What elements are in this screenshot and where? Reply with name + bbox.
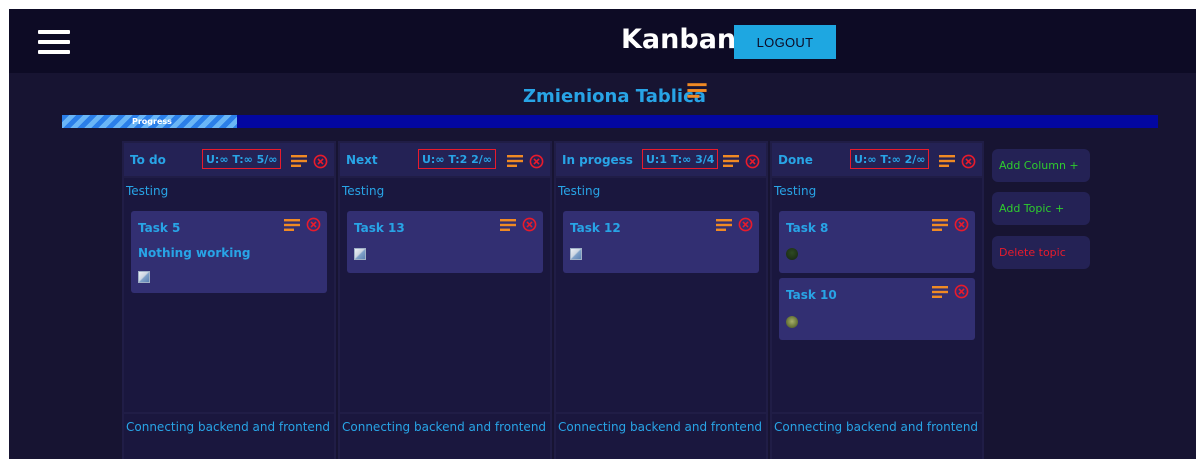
column-header: Next U:∞ T:2 2/∞ [340,143,550,176]
column-title: To do [130,153,166,167]
top-bar: Kanban LOGOUT [9,9,1196,73]
column-header: In progess U:1 T:∞ 3/4 [556,143,766,176]
column-menu-icon[interactable] [291,154,307,168]
task-delete-icon[interactable] [522,217,537,232]
task-menu-icon[interactable] [716,218,732,232]
task-card[interactable]: Task 13 [347,211,543,273]
task-title: Task 8 [786,221,829,235]
column-limits[interactable]: U:∞ T:∞ 5/∞ [202,149,282,169]
broken-image-icon [138,271,150,283]
task-delete-icon[interactable] [738,217,753,232]
topic-cell: Connecting backend and frontend [124,414,334,459]
topic-cell: Connecting backend and frontend [340,414,550,459]
topic-label: Connecting backend and frontend [342,420,547,434]
hamburger-icon[interactable] [38,30,70,54]
topic-label: Testing [774,184,817,198]
topic-label: Testing [558,184,601,198]
topic-label: Connecting backend and frontend [774,420,979,434]
task-menu-icon[interactable] [932,218,948,232]
column-next: Next U:∞ T:2 2/∞ Testing Task 13 Connect… [338,141,552,459]
task-card[interactable]: Task 12 [563,211,759,273]
topic-label: Testing [342,184,385,198]
column-delete-icon[interactable] [529,154,544,169]
logout-button[interactable]: LOGOUT [734,25,836,59]
column-menu-icon[interactable] [507,154,523,168]
topic-cell: Connecting backend and frontend [556,414,766,459]
column-limits[interactable]: U:∞ T:∞ 2/∞ [850,149,930,169]
add-column-button[interactable]: Add Column + [992,149,1090,182]
column-limits[interactable]: U:∞ T:2 2/∞ [418,149,496,169]
task-title: Task 10 [786,288,837,302]
column-delete-icon[interactable] [961,154,976,169]
add-topic-button[interactable]: Add Topic + [992,192,1090,225]
column-delete-icon[interactable] [745,154,760,169]
column-in-progress: In progess U:1 T:∞ 3/4 Testing Task 12 C… [554,141,768,459]
task-title: Task 5 [138,221,181,235]
topic-cell: Connecting backend and frontend [772,414,982,459]
task-card[interactable]: Task 5 Nothing working [131,211,327,293]
kanban-app: Kanban LOGOUT Zmieniona Tablica Progress… [9,9,1196,459]
column-limits[interactable]: U:1 T:∞ 3/4 [642,149,719,169]
column-delete-icon[interactable] [313,154,328,169]
board-menu-icon[interactable] [687,82,707,99]
column-title: Next [346,153,378,167]
column-to-do: To do U:∞ T:∞ 5/∞ Testing Task 5 Nothing… [122,141,336,459]
column-menu-icon[interactable] [723,154,739,168]
task-delete-icon[interactable] [306,217,321,232]
delete-topic-button[interactable]: Delete topic [992,236,1090,269]
task-description: Nothing working [138,246,251,260]
progress-bar: Progress [62,115,1158,128]
task-menu-icon[interactable] [284,218,300,232]
task-title: Task 12 [570,221,621,235]
task-menu-icon[interactable] [932,285,948,299]
task-menu-icon[interactable] [500,218,516,232]
task-title: Task 13 [354,221,405,235]
task-delete-icon[interactable] [954,284,969,299]
topic-label: Testing [126,184,169,198]
board-title: Zmieniona Tablica [523,86,706,107]
broken-image-icon [354,248,366,260]
topic-label: Connecting backend and frontend [558,420,763,434]
column-title: In progess [562,153,633,167]
topic-cell: Testing Task 8 Task 10 [772,178,982,412]
task-card[interactable]: Task 10 [779,278,975,340]
task-card[interactable]: Task 8 [779,211,975,273]
topic-cell: Testing Task 12 [556,178,766,412]
topic-label: Connecting backend and frontend [126,420,331,434]
broken-image-icon [570,248,582,260]
column-done: Done U:∞ T:∞ 2/∞ Testing Task 8 Task 10 … [770,141,984,459]
task-delete-icon[interactable] [954,217,969,232]
column-header: Done U:∞ T:∞ 2/∞ [772,143,982,176]
column-title: Done [778,153,813,167]
user-avatar [786,248,798,260]
column-header: To do U:∞ T:∞ 5/∞ [124,143,334,176]
app-title: Kanban [621,24,737,55]
user-avatar [786,316,798,328]
progress-label: Progress [132,117,172,126]
topic-cell: Testing Task 5 Nothing working [124,178,334,412]
column-menu-icon[interactable] [939,154,955,168]
topic-cell: Testing Task 13 [340,178,550,412]
